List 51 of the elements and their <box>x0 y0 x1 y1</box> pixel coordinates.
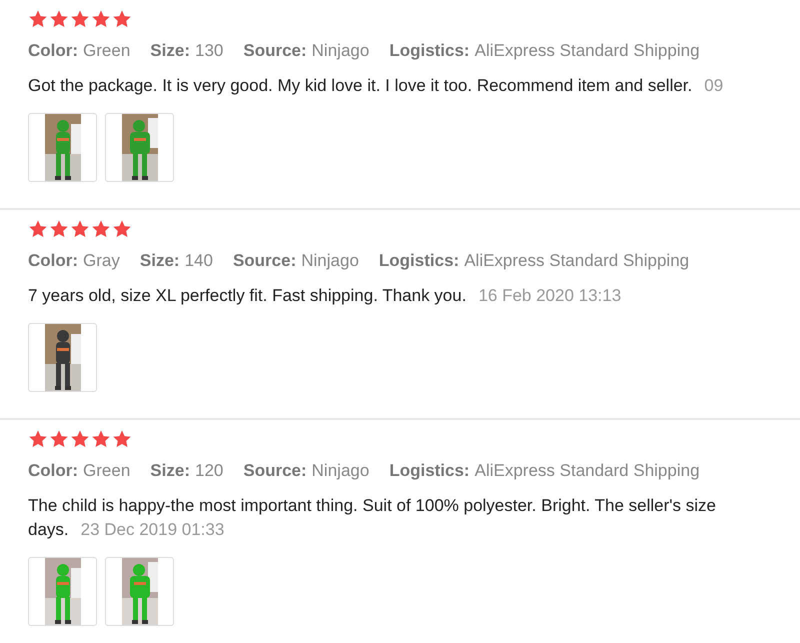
review-date: 23 Dec 2019 01:33 <box>80 520 224 539</box>
star-icon <box>112 219 132 239</box>
review-text: The child is happy-the most important thing. Suit of 100% polyester. Bright. The seller's size <box>28 495 716 517</box>
star-icon <box>28 9 48 29</box>
star-icon <box>91 219 111 239</box>
star-icon <box>70 429 90 449</box>
meta-label: Color: <box>28 460 78 482</box>
meta-label: Source: <box>232 250 296 272</box>
review-text: 7 years old, size XL perfectly fit. Fast shipping. Thank you. <box>28 286 466 305</box>
star-icon <box>91 9 111 29</box>
star-icon <box>49 429 69 449</box>
meta-value: AliExpress Standard Shipping <box>474 40 700 62</box>
meta-label: Size: <box>140 250 180 272</box>
star-icon <box>70 219 90 239</box>
meta-label: Source: <box>243 460 307 482</box>
meta-value: AliExpress Standard Shipping <box>464 250 690 272</box>
meta-label: Color: <box>28 250 78 272</box>
star-icon <box>49 219 69 239</box>
meta-label: Size: <box>150 40 190 62</box>
meta-value: Green <box>83 40 130 62</box>
review-text: Got the package. It is very good. My kid love it. I love it too. Recommend item and seller. <box>28 76 692 95</box>
star-icon <box>112 429 132 449</box>
meta-value: Green <box>83 460 130 482</box>
meta-label: Size: <box>150 460 190 482</box>
photo-thumbnail[interactable] <box>105 557 174 626</box>
star-icon <box>28 219 48 239</box>
meta-value: 120 <box>194 460 224 482</box>
meta-value: Gray <box>83 250 120 272</box>
star-icon <box>91 429 111 449</box>
meta-label: Logistics: <box>389 460 470 482</box>
meta-value: AliExpress Standard Shipping <box>474 460 700 482</box>
meta-value: 140 <box>184 250 213 272</box>
meta-label: Logistics: <box>389 40 470 62</box>
meta-value: Ninjago <box>312 460 370 482</box>
meta-label: Source: <box>243 40 307 62</box>
photo-thumbnail[interactable] <box>28 323 97 392</box>
photo-thumbnail[interactable] <box>28 557 97 626</box>
star-icon <box>28 429 48 449</box>
review-text: days. <box>28 520 69 539</box>
meta-label: Color: <box>28 40 78 62</box>
photo-thumbnail[interactable] <box>105 113 174 182</box>
photo-thumbnail[interactable] <box>28 113 97 182</box>
star-icon <box>49 9 69 29</box>
star-icon <box>70 9 90 29</box>
meta-value: 130 <box>194 40 224 62</box>
review-date: 16 Feb 2020 13:13 <box>478 286 622 305</box>
meta-value: Ninjago <box>301 250 359 272</box>
meta-label: Logistics: <box>378 250 460 272</box>
meta-value: Ninjago <box>312 40 370 62</box>
star-icon <box>112 9 132 29</box>
review-date: 09 <box>704 76 724 95</box>
